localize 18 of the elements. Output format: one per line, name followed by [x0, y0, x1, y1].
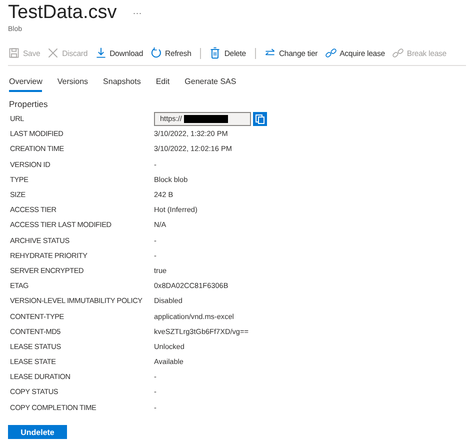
copy-button[interactable] — [253, 112, 267, 126]
redaction-mark — [184, 114, 228, 123]
page-title: TestData.csv — [8, 2, 117, 24]
chain-link-icon — [392, 47, 404, 59]
tab[interactable]: Versions — [57, 75, 88, 92]
tab[interactable]: Snapshots — [103, 75, 141, 92]
trash-icon — [209, 47, 222, 59]
close-icon — [47, 47, 60, 59]
refresh-icon — [150, 47, 162, 59]
download-icon — [94, 47, 107, 59]
more-button[interactable]: ··· — [132, 8, 142, 18]
tab[interactable]: Generate SAS — [184, 75, 236, 92]
section-heading: Properties — [9, 99, 49, 109]
undelete-button[interactable]: Undelete — [8, 425, 67, 440]
chain-link-icon — [324, 47, 337, 59]
tab[interactable]: Edit — [156, 75, 170, 92]
tab[interactable]: Overview — [9, 75, 42, 92]
save-icon — [8, 47, 20, 59]
